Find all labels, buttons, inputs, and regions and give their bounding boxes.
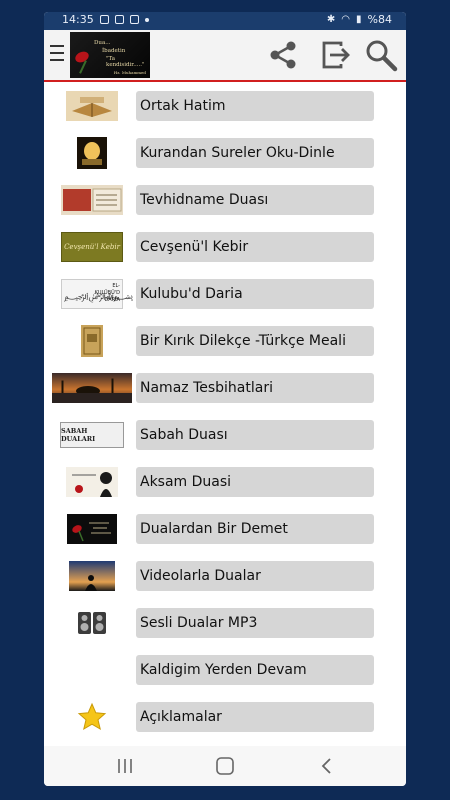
signal-icon: ▮ (356, 14, 362, 25)
item-kurandan-sureler[interactable]: Kurandan Sureler Oku-Dinle (136, 138, 374, 168)
sabah-banner-icon: SABAH DUALARI (60, 418, 124, 452)
item-kulubud-daria[interactable]: Kulubu'd Daria (136, 279, 374, 309)
list-item: Cevşenü'l Kebir Cevşenü'l Kebir (44, 225, 406, 271)
home-icon[interactable] (214, 756, 236, 776)
more-notifications-icon (144, 17, 149, 22)
list-item: Bir Kırık Dilekçe -Türkçe Meali (44, 319, 406, 365)
exit-icon[interactable] (319, 38, 353, 72)
menu-icon-line (50, 52, 64, 54)
aksam-icon (60, 465, 124, 499)
video-prayer-icon (60, 559, 124, 593)
cevsen-cover-text: Cevşenü'l Kebir (61, 232, 123, 262)
bluetooth-icon: ✱ (326, 14, 336, 25)
wifi-icon: ◠ (341, 14, 351, 25)
speakers-icon (60, 606, 124, 640)
logo-line-2: İbadetin (102, 48, 126, 54)
app-logo: Dua... İbadetin "Ta kendisidir....." Hz.… (70, 32, 150, 78)
mail-notification-icon (114, 15, 124, 24)
list-item: Videolarla Dualar (44, 554, 406, 600)
item-aciklamalar[interactable]: Açıklamalar (136, 702, 374, 732)
lamp-icon (60, 136, 124, 170)
status-bar: 14:35 ✱ ◠ ▮ %84 (44, 12, 406, 30)
item-kaldigim-yerden-devam[interactable]: Kaldigim Yerden Devam (136, 655, 374, 685)
item-tevhidname[interactable]: Tevhidname Duası (136, 185, 374, 215)
list-item: Dualardan Bir Demet (44, 507, 406, 553)
item-sabah-duasi[interactable]: Sabah Duası (136, 420, 374, 450)
menu-button[interactable] (50, 42, 64, 64)
book-cover-icon (60, 324, 124, 358)
item-dualardan-bir-demet[interactable]: Dualardan Bir Demet (136, 514, 374, 544)
list-item: Sesli Dualar MP3 (44, 601, 406, 647)
list-item: Kaldigim Yerden Devam (44, 648, 406, 694)
tevhid-book-icon (60, 183, 124, 217)
battery-percent: %84 (367, 13, 392, 26)
item-sesli-dualar-mp3[interactable]: Sesli Dualar MP3 (136, 608, 374, 638)
app-notification-icon (129, 15, 139, 24)
system-nav-bar (44, 746, 406, 786)
item-videolarla-dualar[interactable]: Videolarla Dualar (136, 561, 374, 591)
mosque-sunset-icon (52, 371, 132, 405)
list-item: Aksam Duasi (44, 460, 406, 506)
list-item: Kurandan Sureler Oku-Dinle (44, 131, 406, 177)
list-item: Ortak Hatim (44, 84, 406, 130)
calligraphy-banner: ﷽ EL-KULÜBÜ'D DARİA (61, 279, 133, 309)
menu-icon-line (50, 59, 64, 61)
cevsen-cover-icon: Cevşenü'l Kebir (60, 230, 124, 264)
list-item: Açıklamalar (44, 695, 406, 741)
item-aksam-duasi[interactable]: Aksam Duasi (136, 467, 374, 497)
item-namaz-tesbihatlari[interactable]: Namaz Tesbihatlari (136, 373, 374, 403)
calligraphy-text: EL-KULÜBÜ'D DARİA (94, 283, 120, 303)
list-item: SABAH DUALARI Sabah Duası (44, 413, 406, 459)
share-icon[interactable] (266, 38, 300, 72)
item-ortak-hatim[interactable]: Ortak Hatim (136, 91, 374, 121)
list-item: Namaz Tesbihatlari (44, 366, 406, 412)
item-cevsenul-kebir[interactable]: Cevşenü'l Kebir (136, 232, 374, 262)
quran-book-icon (60, 89, 124, 123)
phone-screen: 14:35 ✱ ◠ ▮ %84 Dua... İbadetin "Ta kend… (44, 12, 406, 786)
menu-icon-line (50, 45, 64, 47)
logo-line-1: Dua... (94, 40, 111, 46)
recents-icon[interactable] (114, 756, 136, 776)
list-item: ﷽ EL-KULÜBÜ'D DARİA Kulubu'd Daria (44, 272, 406, 318)
rose-icon (73, 49, 91, 65)
logo-line-3: "Ta kendisidir....." (106, 56, 145, 68)
status-time: 14:35 (62, 13, 94, 26)
rose-logo-icon (60, 512, 124, 546)
calligraphy-icon: ﷽ EL-KULÜBÜ'D DARİA (60, 277, 133, 311)
star-icon (60, 700, 124, 734)
sabah-banner-text: SABAH DUALARI (60, 422, 124, 448)
list-item: Tevhidname Duası (44, 178, 406, 224)
app-toolbar: Dua... İbadetin "Ta kendisidir....." Hz.… (44, 30, 406, 82)
gallery-notification-icon (99, 15, 109, 24)
back-icon[interactable] (316, 756, 338, 776)
item-bir-kirik-dilekce[interactable]: Bir Kırık Dilekçe -Türkçe Meali (136, 326, 374, 356)
logo-signature: Hz. Muhammed (113, 70, 146, 75)
search-icon[interactable] (364, 38, 398, 72)
